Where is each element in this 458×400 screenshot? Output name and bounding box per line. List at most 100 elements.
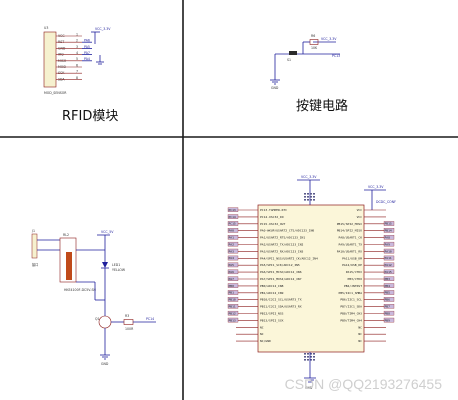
- mcu-right-pin-label: PB14/SPI2_MISO: [337, 229, 362, 233]
- mcu-left-net-label: PC13: [229, 208, 236, 212]
- mcu-left-pin-label: NC/GND: [260, 339, 271, 343]
- mcu-top-pad: [313, 193, 315, 195]
- mcu-right-net-label: PB5: [385, 291, 391, 295]
- mcu-left-net-label: PB1: [229, 291, 235, 295]
- rfid-net-label: PA4: [84, 57, 90, 61]
- rfid-net-label: PA5: [84, 45, 90, 49]
- key-resistor-value: 10K: [311, 46, 318, 50]
- rfid-pin-number: 6: [76, 63, 78, 67]
- mcu-right-pin-label: PA15/JTDI: [346, 270, 362, 274]
- mcu-right-net-label: PA11: [385, 256, 392, 260]
- mcu-left-net-label: PB10: [229, 298, 236, 302]
- mcu-bottom-pad: [304, 356, 306, 358]
- mcu-left-pin-label: PB11/I2C2_SDA/USART3_RX: [260, 305, 302, 309]
- mcu-left-pin-label: PA5/SPI1_SCK/ADC12_IN5: [260, 263, 300, 267]
- mcu-supply-right: VCC_3.3V: [368, 185, 384, 189]
- mcu-left-net-label: PB13: [229, 318, 236, 322]
- mcu-left-pin-label: PC15-OSC32_OUT: [260, 222, 285, 226]
- mcu-top-pad: [310, 193, 312, 195]
- key-resistor-ref: R6: [311, 34, 315, 38]
- mcu-right-pin-label: PA12/USB_DP: [342, 263, 362, 267]
- rfid-module-group: U3 MOD_SENSOR VCC 1RST 2GND 3IRQ 4MISO 5MOSI 6…: [43, 26, 118, 124]
- rfid-module-body: [43, 31, 57, 88]
- mcu-right-net-label: PB15: [385, 222, 392, 226]
- rfid-supply-label: VCC_3.3V: [95, 27, 111, 31]
- relay-coil: [66, 252, 72, 280]
- mcu-right-pin-label: PB9/TIM4_CH4: [340, 318, 362, 322]
- rfid-pin-number: 8: [76, 76, 78, 80]
- mcu-left-pin-label: PB1/ADC12_IN9: [260, 291, 284, 295]
- mcu-left-net-label: PA4: [229, 256, 235, 260]
- key-net-label: PC13: [332, 54, 340, 58]
- mcu-bottom-pad: [313, 356, 315, 358]
- mcu-right-net-label: PA8: [385, 236, 391, 240]
- mcu-left-pin-label: PA0-WKUP/USART2_CTS/ADC123_IN0: [260, 229, 314, 233]
- rfid-designator: U3: [44, 26, 48, 30]
- mcu-top-pad: [310, 196, 312, 198]
- mcu-bottom-pad: [304, 359, 306, 361]
- mcu-left-pin-label: PC13-TAMPER-RTC: [260, 208, 287, 212]
- watermark: CSDN @QQ2193276455: [284, 376, 442, 392]
- relay-diode-symbol: [102, 262, 108, 268]
- schematic-canvas: U3 MOD_SENSOR VCC 1RST 2GND 3IRQ 4MISO 5MOSI 6…: [0, 0, 458, 400]
- mcu-top-pad: [310, 199, 312, 201]
- mcu-top-pad: [304, 199, 306, 201]
- mcu-right-pin-label: PA8/USART1_CK: [339, 236, 363, 240]
- mcu-right-pin-label: PB4/JNTRST: [344, 284, 362, 288]
- mcu-left-net-label: PA2: [229, 242, 235, 246]
- mcu-left-pin-label: PA2/USART2_TX/ADC123_IN2: [260, 243, 304, 247]
- mcu-bottom-pad: [307, 353, 309, 355]
- relay-net-label: PC14: [146, 317, 154, 321]
- mcu-top-pad: [313, 199, 315, 201]
- mcu-left-pin-label: PB0/ADC12_IN8: [260, 284, 284, 288]
- mcu-right-pin-label: NC: [358, 325, 362, 329]
- relay-base-resistor: [123, 319, 134, 325]
- relay-load-label: 接口: [32, 262, 38, 267]
- mcu-top-pad: [304, 196, 306, 198]
- relay-diode-value: YELLOW: [112, 268, 126, 272]
- mcu-right-pin-label: PB7/I2C1_SDA: [340, 305, 362, 309]
- mcu-left-net-label: PA0: [229, 229, 235, 233]
- relay-resistor-value: 100R: [125, 327, 134, 331]
- mcu-right-net-label: PB6: [385, 298, 391, 302]
- key-circuit-group: VCC_3.3V R6 10K S1 PC13 GND 按键电路: [270, 34, 348, 114]
- mcu-right-net-label: PB8: [385, 311, 391, 315]
- key-caption: 按键电路: [296, 98, 348, 114]
- mcu-right-net-label: PA9: [385, 242, 391, 246]
- mcu-bottom-pad: [307, 359, 309, 361]
- relay-gnd-label: GND: [101, 362, 109, 366]
- rfid-pin-number: 7: [76, 70, 78, 74]
- mcu-left-pin-label: PA6/SPI1_MISO/ADC12_IN6: [260, 270, 302, 274]
- mcu-right-pin-label: VCC: [357, 208, 363, 212]
- relay-transistor-ref: Q1: [95, 317, 100, 321]
- mcu-left-net-label: PC15: [229, 222, 236, 226]
- rfid-net-label: PA6: [84, 39, 90, 43]
- mcu-top-pad: [313, 196, 315, 198]
- mcu-right-net-label: PB3: [385, 277, 391, 281]
- rfid-pin-number: 5: [76, 57, 78, 61]
- relay-supply-label: VCC_5V: [101, 230, 114, 234]
- mcu-left-net-label: PB0: [229, 284, 235, 288]
- mcu-left-pin-label: PA4/SPI1_NSS/USART2_CK/ADC12_IN4: [260, 256, 318, 260]
- relay-connector-ref: J1: [31, 229, 35, 233]
- mcu-left-pin-label: PB10/I2C2_SCL/USART3_TX: [260, 298, 302, 302]
- mcu-top-pad: [307, 196, 309, 198]
- mcu-left-pin-label: PC14-OSC32_IN: [260, 215, 284, 219]
- mcu-right-net-label: PA15: [385, 270, 392, 274]
- key-supply-label: VCC_3.3V: [321, 37, 337, 41]
- relay-resistor-ref: R3: [125, 314, 129, 318]
- mcu-bottom-pad: [313, 353, 315, 355]
- rfid-pin-number: 1: [76, 32, 78, 36]
- mcu-right-net-label: PB14: [385, 229, 392, 233]
- mcu-right-net: DCDC_CONF: [376, 200, 396, 204]
- key-switch-ref: S1: [287, 58, 291, 62]
- mcu-right-pin-label: PB5/I2C1_SMBA: [339, 291, 363, 295]
- relay-ref: RL2: [63, 233, 69, 237]
- mcu-top-pad: [307, 193, 309, 195]
- mcu-right-pin-label: PB8/TIM4_CH3: [340, 312, 362, 316]
- mcu-left-net-label: PA7: [229, 277, 235, 281]
- mcu-right-pin-label: PA11/USB_DM: [342, 256, 362, 260]
- mcu-left-net-label: PB11: [229, 305, 236, 309]
- mcu-left-pin-label: PB12/SPI2_NSS: [260, 312, 284, 316]
- mcu-right-net-label: PB9: [385, 318, 391, 322]
